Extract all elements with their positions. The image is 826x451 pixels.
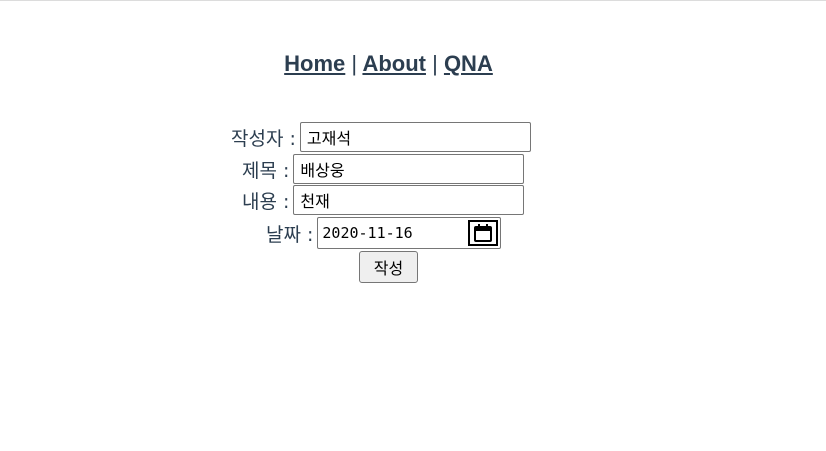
date-row: 날짜 : 2020-11-16 [266, 217, 502, 249]
nav-separator: | [351, 51, 358, 76]
calendar-icon[interactable] [468, 220, 499, 246]
nav-separator: | [432, 51, 438, 76]
content-input[interactable] [293, 185, 525, 215]
date-value: 2020-11-16 [322, 224, 413, 242]
author-row: 작성자 : [231, 122, 531, 152]
nav-link-home[interactable]: Home [284, 51, 345, 76]
author-input[interactable] [299, 122, 531, 152]
author-label: 작성자 : [231, 127, 296, 150]
submit-button[interactable]: 작성 [359, 251, 418, 283]
date-input[interactable]: 2020-11-16 [317, 217, 502, 249]
title-input[interactable] [293, 154, 525, 184]
top-divider [0, 0, 826, 1]
title-label: 제목 : [242, 159, 290, 182]
content-label: 내용 : [242, 190, 290, 213]
date-label: 날짜 : [266, 223, 314, 246]
nav-link-qna[interactable]: QNA [444, 51, 493, 76]
top-nav: Home | About | QNA [0, 51, 777, 77]
nav-link-about[interactable]: About [362, 51, 426, 76]
content-row: 내용 : [242, 185, 525, 215]
title-row: 제목 : [242, 154, 525, 184]
